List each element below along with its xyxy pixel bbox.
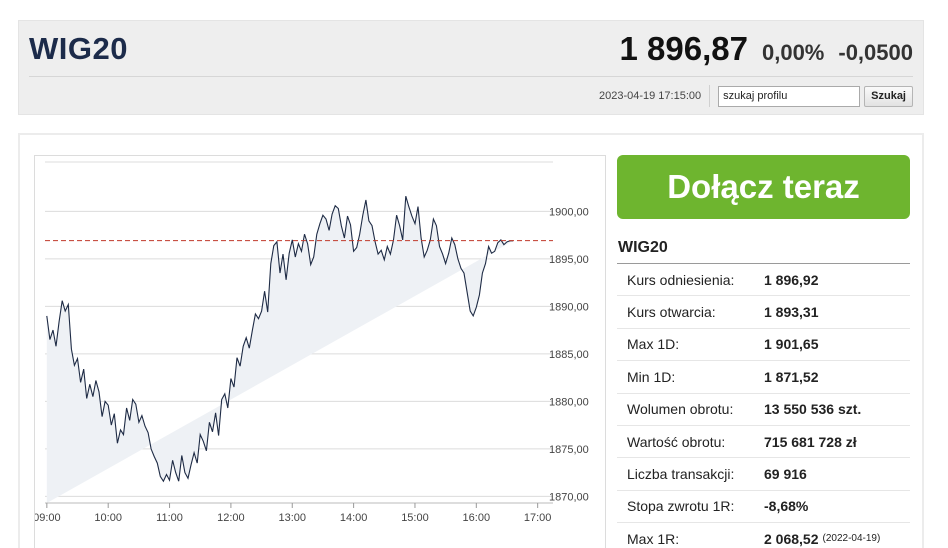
stat-value: -8,68% (764, 498, 809, 515)
x-tick-label: 10:00 (94, 512, 122, 524)
stat-label: Stopa zwrotu 1R: (627, 498, 735, 515)
stat-value: 1 893,31 (764, 304, 819, 321)
header-toolbar: 2023-04-19 17:15:00 Szukaj (599, 85, 913, 107)
stats-title: WIG20 (618, 239, 668, 256)
stat-label: Liczba transakcji: (627, 466, 735, 483)
stat-label: Wartość obrotu: (627, 433, 726, 450)
stat-value: 13 550 536 szt. (764, 401, 862, 418)
y-tick-label: 1895,00 (549, 254, 589, 266)
stats-row: Kurs odniesienia: 1 896,92 (617, 264, 910, 297)
join-now-button[interactable]: Dołącz teraz (617, 155, 910, 219)
main-panel: 1870,00 1875,00 1880,00 1885,00 1890,00 1895,… (18, 133, 924, 548)
stats-row: Min 1D: 1 871,52 (617, 361, 910, 394)
x-tick-label: 15:00 (401, 512, 429, 524)
search-button[interactable]: Szukaj (864, 85, 913, 107)
stats-row: Kurs otwarcia: 1 893,31 (617, 296, 910, 329)
y-tick-label: 1870,00 (549, 491, 589, 503)
x-tick-label: 11:00 (156, 512, 183, 524)
y-tick-label: 1890,00 (549, 301, 589, 313)
x-tick-label: 13:00 (278, 512, 306, 524)
profile-search-input[interactable] (718, 85, 861, 107)
price-block: 1 896,87 0,00% -0,0500 (620, 30, 913, 68)
quote-timestamp: 2023-04-19 17:15:00 (599, 85, 711, 107)
stat-label: Kurs otwarcia: (627, 304, 716, 321)
stat-value: 1 901,65 (764, 336, 819, 353)
y-tick-label: 1885,00 (549, 349, 589, 361)
x-tick-label: 17:00 (524, 512, 552, 524)
chart-svg: 1870,00 1875,00 1880,00 1885,00 1890,00 1895,… (35, 161, 589, 524)
stat-value: 2 068,52 (764, 530, 819, 547)
y-tick-label: 1900,00 (549, 206, 589, 218)
stats-row: Max 1R: 2 068,52 (2022-04-19) (617, 523, 910, 548)
y-tick-label: 1875,00 (549, 444, 589, 456)
stat-note: (2022-04-19) (822, 533, 881, 545)
stats-table: Kurs odniesienia: 1 896,92 Kurs otwarcia: 1… (617, 264, 910, 548)
stat-value: 715 681 728 zł (764, 433, 857, 450)
stat-value: 1 896,92 (764, 271, 819, 288)
stat-label: Kurs odniesienia: (627, 271, 735, 288)
last-price: 1 896,87 (619, 30, 748, 67)
x-tick-label: 09:00 (35, 512, 61, 524)
stat-label: Max 1D: (627, 336, 680, 353)
stats-row: Wartość obrotu: 715 681 728 zł (617, 426, 910, 459)
index-title: WIG20 (29, 31, 128, 66)
stats-row: Max 1D: 1 901,65 (617, 329, 910, 362)
x-tick-label: 12:00 (217, 512, 245, 524)
stat-label: Wolumen obrotu: (627, 401, 734, 418)
x-tick-label: 16:00 (463, 512, 491, 524)
change-percent: 0,00% (761, 40, 825, 65)
x-tick-label: 14:00 (340, 512, 368, 524)
price-area (46, 196, 514, 503)
stat-label: Min 1D: (627, 368, 676, 385)
header-divider (29, 76, 913, 77)
stats-row: Wolumen obrotu: 13 550 536 szt. (617, 394, 910, 426)
stats-row: Liczba transakcji: 69 916 (617, 458, 910, 491)
stat-value: 69 916 (764, 466, 807, 483)
stats-row: Stopa zwrotu 1R: -8,68% (617, 491, 910, 524)
stat-value: 1 871,52 (764, 368, 819, 385)
intraday-chart[interactable]: 1870,00 1875,00 1880,00 1885,00 1890,00 1895,… (34, 155, 606, 548)
y-tick-label: 1880,00 (549, 396, 589, 408)
stat-label: Max 1R: (627, 530, 680, 547)
quote-header: WIG20 1 896,87 0,00% -0,0500 2023-04-19 … (18, 20, 924, 115)
change-value: -0,0500 (838, 40, 913, 65)
